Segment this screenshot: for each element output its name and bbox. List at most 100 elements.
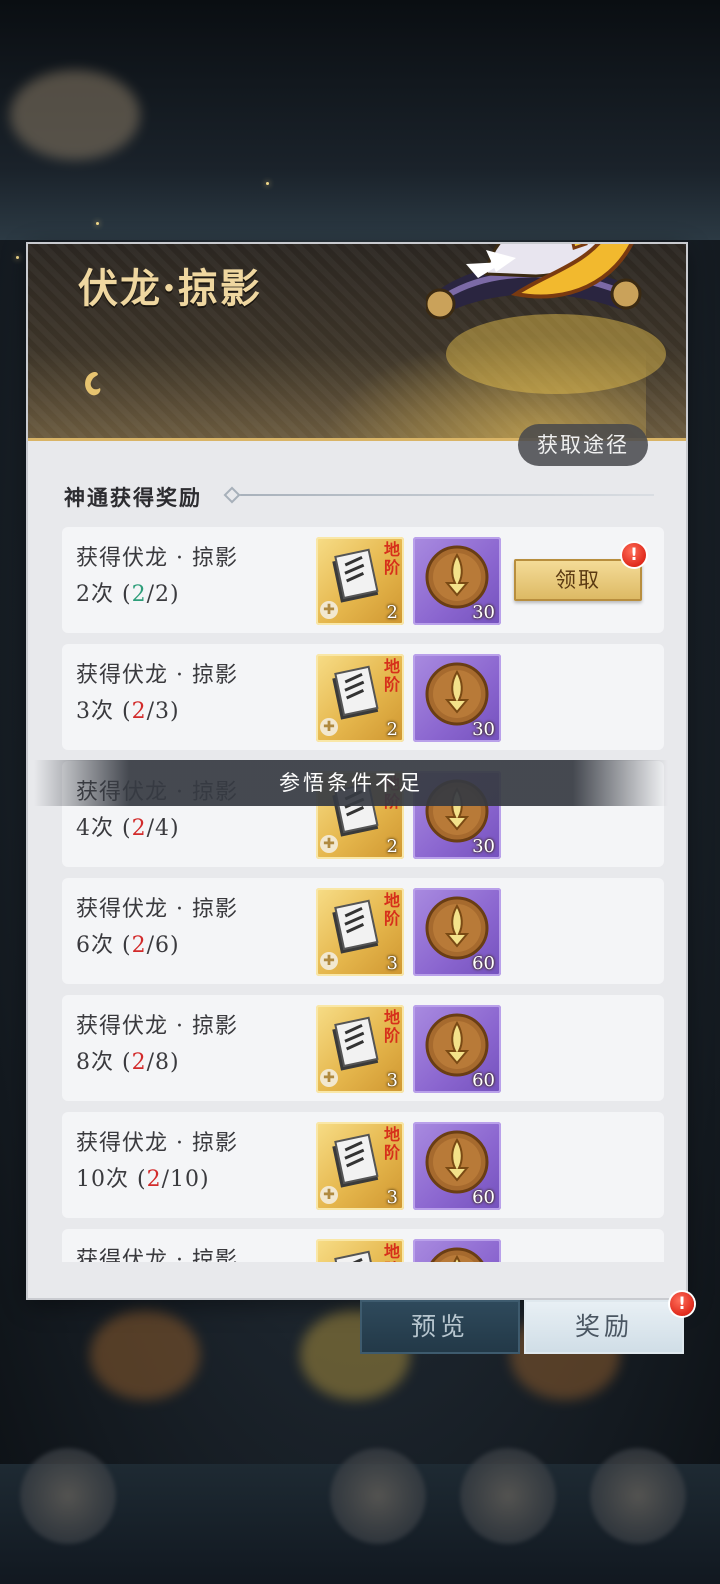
back-icon bbox=[20, 1448, 116, 1544]
technique-book-item[interactable]: 地阶 ✚ 2 bbox=[316, 537, 404, 625]
progress-total: 8 bbox=[155, 1050, 170, 1075]
reward-condition-title: 获得伏龙 · 掠影 bbox=[76, 1014, 238, 1039]
fragment-badge-icon: ✚ bbox=[320, 952, 338, 970]
progress-current: 2 bbox=[131, 816, 147, 841]
reward-condition-title: 获得伏龙 · 掠影 bbox=[76, 897, 238, 922]
grade-label: 地阶 bbox=[383, 891, 400, 928]
sword-token-item[interactable]: 30 bbox=[413, 654, 501, 742]
reward-row: 获得伏龙 · 掠影 地阶✚ bbox=[62, 1229, 664, 1262]
reward-condition-title: 获得伏龙 · 掠影 bbox=[76, 1131, 238, 1156]
toast-message: 参悟条件不足 bbox=[34, 760, 668, 806]
progress-total: 4 bbox=[155, 816, 170, 841]
background-blur-shape bbox=[90, 1310, 200, 1400]
reward-progress-line: 4次 (2/4) bbox=[76, 816, 180, 841]
claim-button[interactable]: 领取 bbox=[514, 559, 642, 601]
divider-diamond-icon bbox=[223, 486, 241, 504]
sword-token-icon bbox=[425, 662, 489, 726]
item-quantity: 30 bbox=[472, 602, 495, 623]
technique-book-icon bbox=[332, 1016, 379, 1071]
item-quantity: 3 bbox=[386, 953, 398, 974]
sword-token-icon bbox=[430, 1247, 484, 1262]
section-divider bbox=[226, 494, 654, 496]
reward-tab-alert-icon: ! bbox=[670, 1292, 694, 1316]
reward-condition: 获得伏龙 · 掠影 8次 (2/8) bbox=[76, 1009, 238, 1081]
technique-book-icon bbox=[332, 1133, 379, 1188]
technique-book-item[interactable]: 地阶 ✚ 3 bbox=[316, 888, 404, 976]
reward-count: 4次 bbox=[76, 816, 114, 841]
sparkle-icon bbox=[266, 182, 269, 185]
sword-token-icon bbox=[425, 545, 489, 609]
reward-condition-title: 获得伏龙 · 掠影 bbox=[76, 1248, 238, 1262]
reward-count: 3次 bbox=[76, 699, 114, 724]
crescent-moon-icon bbox=[85, 372, 101, 396]
section-title: 神通获得奖励 bbox=[64, 485, 202, 510]
sparkle-icon bbox=[96, 222, 99, 225]
reward-count: 10次 bbox=[76, 1167, 129, 1192]
nav-icon bbox=[590, 1448, 686, 1544]
fragment-badge-icon: ✚ bbox=[320, 1186, 338, 1204]
tab-reward[interactable]: 奖励 bbox=[524, 1300, 684, 1354]
page-title: 伏龙·掠影 bbox=[78, 265, 262, 312]
reward-list[interactable]: 获得伏龙 · 掠影 2次 (2/2) 地阶 ✚ 2 30 领取! 获得伏龙 · 掠影 3次 (2… bbox=[62, 527, 664, 1262]
sword-token-item[interactable]: 60 bbox=[413, 1122, 501, 1210]
technique-book-icon bbox=[332, 548, 379, 603]
progress-total: 10 bbox=[170, 1167, 200, 1192]
grade-label: 地阶 bbox=[383, 540, 400, 577]
item-quantity: 2 bbox=[386, 602, 398, 623]
item-quantity: 3 bbox=[386, 1187, 398, 1208]
reward-condition-title: 获得伏龙 · 掠影 bbox=[76, 663, 238, 688]
item-quantity: 3 bbox=[386, 1070, 398, 1091]
technique-book-icon bbox=[332, 1250, 379, 1262]
reward-progress-line: 10次 (2/10) bbox=[76, 1167, 210, 1192]
technique-book-item[interactable]: 地阶 ✚ 3 bbox=[316, 1005, 404, 1093]
technique-book-item[interactable]: 地阶 ✚ 3 bbox=[316, 1122, 404, 1210]
list-fade bbox=[28, 1264, 686, 1298]
reward-row: 获得伏龙 · 掠影 2次 (2/2) 地阶 ✚ 2 30 领取! bbox=[62, 527, 664, 633]
technique-book-item[interactable]: 地阶✚ bbox=[316, 1239, 404, 1262]
reward-condition: 获得伏龙 · 掠影 bbox=[76, 1243, 238, 1262]
technique-emblem-icon bbox=[426, 244, 666, 394]
progress-current: 2 bbox=[146, 1167, 162, 1192]
reward-row: 获得伏龙 · 掠影 8次 (2/8) 地阶 ✚ 3 60 bbox=[62, 995, 664, 1101]
background-blur-shape bbox=[10, 70, 140, 160]
progress-current: 2 bbox=[131, 933, 147, 958]
sword-token-item[interactable]: 30 bbox=[413, 537, 501, 625]
sword-token-item[interactable]: 60 bbox=[413, 888, 501, 976]
progress-current: 2 bbox=[131, 1050, 147, 1075]
reward-count: 6次 bbox=[76, 933, 114, 958]
reward-count: 8次 bbox=[76, 1050, 114, 1075]
progress-current: 2 bbox=[131, 582, 147, 607]
grade-label: 地阶 bbox=[383, 1242, 400, 1263]
reward-condition: 获得伏龙 · 掠影 3次 (2/3) bbox=[76, 658, 238, 730]
center-nav-icon bbox=[330, 1448, 426, 1544]
sword-token-icon bbox=[425, 1130, 489, 1194]
fragment-badge-icon: ✚ bbox=[320, 718, 338, 736]
acquire-method-button[interactable]: 获取途径 bbox=[518, 424, 648, 466]
reward-row: 获得伏龙 · 掠影 6次 (2/6) 地阶 ✚ 3 60 bbox=[62, 878, 664, 984]
grade-label: 地阶 bbox=[383, 1008, 400, 1045]
fragment-badge-icon: ✚ bbox=[320, 835, 338, 853]
sword-token-item[interactable] bbox=[413, 1239, 501, 1262]
claim-alert-icon: ! bbox=[622, 543, 646, 567]
progress-total: 2 bbox=[155, 582, 170, 607]
grade-label: 地阶 bbox=[383, 1125, 400, 1162]
reward-count: 2次 bbox=[76, 582, 114, 607]
fragment-badge-icon: ✚ bbox=[320, 601, 338, 619]
technique-book-icon bbox=[332, 899, 379, 954]
sword-token-item[interactable]: 60 bbox=[413, 1005, 501, 1093]
nav-icon bbox=[460, 1448, 556, 1544]
fragment-badge-icon: ✚ bbox=[320, 1069, 338, 1087]
tab-preview[interactable]: 预览 bbox=[360, 1300, 520, 1354]
progress-current: 2 bbox=[131, 699, 147, 724]
item-quantity: 30 bbox=[472, 719, 495, 740]
reward-progress-line: 3次 (2/3) bbox=[76, 699, 180, 724]
item-quantity: 2 bbox=[386, 719, 398, 740]
grade-label: 地阶 bbox=[383, 657, 400, 694]
reward-condition: 获得伏龙 · 掠影 2次 (2/2) bbox=[76, 541, 238, 613]
reward-row: 获得伏龙 · 掠影 3次 (2/3) 地阶 ✚ 2 30 bbox=[62, 644, 664, 750]
item-quantity: 60 bbox=[472, 953, 495, 974]
item-quantity: 60 bbox=[472, 1070, 495, 1091]
reward-condition: 获得伏龙 · 掠影 6次 (2/6) bbox=[76, 892, 238, 964]
technique-book-item[interactable]: 地阶 ✚ 2 bbox=[316, 654, 404, 742]
progress-total: 3 bbox=[155, 699, 170, 724]
